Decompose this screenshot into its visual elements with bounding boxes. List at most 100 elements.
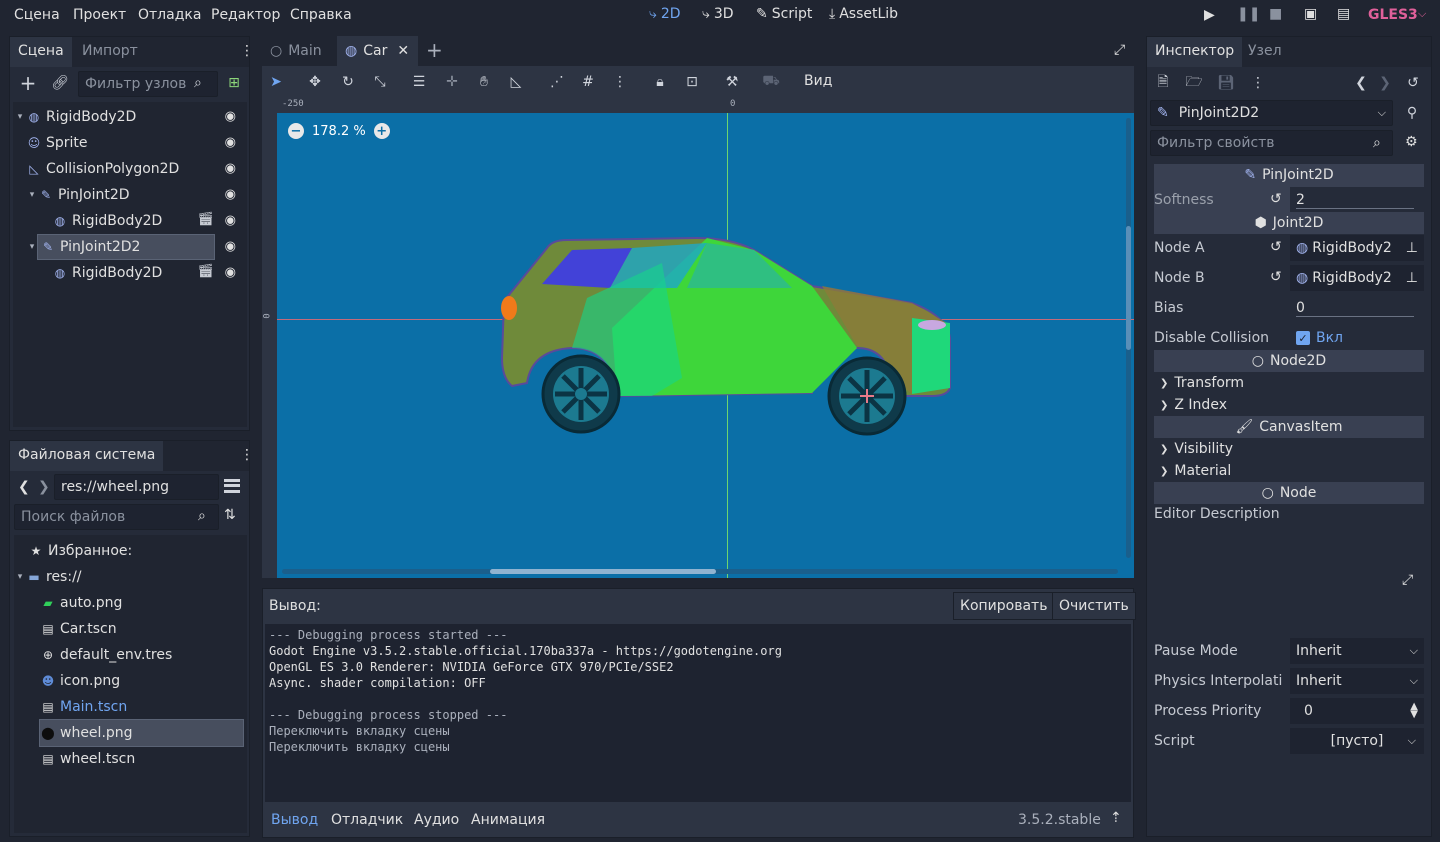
grid-snap-icon[interactable]: # bbox=[576, 70, 600, 94]
h-scrollbar-thumb[interactable] bbox=[490, 569, 716, 574]
visibility-eye-icon[interactable]: ◉ bbox=[225, 135, 236, 150]
bias-input[interactable]: 0 bbox=[1290, 295, 1424, 321]
property-filter-input[interactable]: Фильтр свойств bbox=[1150, 130, 1393, 156]
file-item-default-env[interactable]: ⊕ default_env.tres bbox=[14, 642, 246, 668]
mode-assetlib-button[interactable]: ⤓ AssetLib bbox=[829, 6, 898, 22]
group-z-index[interactable]: ❯ Z Index bbox=[1154, 394, 1424, 416]
chevron-down-icon[interactable]: ▾ bbox=[14, 572, 26, 582]
object-properties-icon[interactable]: ⚲ bbox=[1400, 101, 1424, 125]
tab-import[interactable]: Импорт bbox=[74, 37, 146, 67]
lock-icon[interactable]: 🔒︎ bbox=[648, 70, 672, 94]
process-priority-spinbox[interactable]: 0 ▲ ▼ bbox=[1290, 698, 1424, 724]
tab-node[interactable]: Узел bbox=[1240, 37, 1290, 67]
rotate-tool-icon[interactable]: ↻ bbox=[336, 70, 360, 94]
sort-icon[interactable]: ⇅ bbox=[224, 507, 236, 523]
section-pinjoint2d[interactable]: ✎ PinJoint2D bbox=[1154, 164, 1424, 186]
scene-tab-car[interactable]: ◍ Car ✕ bbox=[337, 36, 418, 66]
play-icon[interactable]: ▶ bbox=[1204, 7, 1215, 23]
tree-node-rigidbody2d-root[interactable]: ▾ ◍ RigidBody2D ◉ bbox=[14, 104, 246, 130]
play-custom-scene-icon[interactable]: ▤ bbox=[1337, 6, 1350, 22]
bottom-tab-output[interactable]: Вывод bbox=[271, 812, 318, 828]
scene-tab-main[interactable]: ○ Main bbox=[262, 36, 330, 66]
back-arrow-icon[interactable]: ❮ bbox=[18, 479, 30, 495]
revert-icon[interactable]: ↺ bbox=[1270, 269, 1282, 285]
visibility-eye-icon[interactable]: ◉ bbox=[225, 265, 236, 280]
section-node[interactable]: ○ Node bbox=[1154, 482, 1424, 504]
visibility-eye-icon[interactable]: ◉ bbox=[225, 187, 236, 202]
kebab-menu-icon[interactable]: ⋮ bbox=[1246, 71, 1270, 95]
favorites-item[interactable]: ★ Избранное: bbox=[28, 538, 260, 564]
group-visibility[interactable]: ❯ Visibility bbox=[1154, 438, 1424, 460]
tree-node-rigidbody2d-a[interactable]: ◍ RigidBody2D 🎬︎ ◉ bbox=[14, 208, 246, 234]
open-scene-icon[interactable]: 🎬︎ bbox=[197, 212, 214, 227]
save-icon[interactable]: 💾︎ bbox=[1214, 71, 1238, 95]
clear-button[interactable]: Очистить bbox=[1052, 592, 1136, 620]
section-node2d[interactable]: ○ Node2D bbox=[1154, 350, 1424, 372]
menu-debug[interactable]: Отладка bbox=[138, 7, 201, 23]
canvas-viewport[interactable]: -250 0 0 − 178.2 % + bbox=[262, 98, 1134, 578]
split-view-icon[interactable] bbox=[224, 479, 240, 493]
tool-settings-icon[interactable]: ⚙ bbox=[1405, 134, 1418, 150]
move-tool-icon[interactable]: ✥ bbox=[303, 70, 327, 94]
pivot-tool-icon[interactable]: ✛ bbox=[440, 70, 464, 94]
chevron-down-icon[interactable]: ▾ bbox=[26, 242, 38, 252]
bottom-tab-animation[interactable]: Анимация bbox=[471, 812, 545, 828]
group-material[interactable]: ❯ Material bbox=[1154, 460, 1424, 482]
file-item-icon[interactable]: ☻ icon.png bbox=[14, 668, 246, 694]
zoom-level[interactable]: 178.2 % bbox=[312, 124, 366, 139]
visibility-eye-icon[interactable]: ◉ bbox=[225, 109, 236, 124]
zoom-out-icon[interactable]: − bbox=[288, 123, 304, 139]
node-path-select[interactable]: ✎ PinJoint2D2 ⌵ bbox=[1150, 100, 1393, 126]
revert-icon[interactable]: ↺ bbox=[1270, 239, 1282, 255]
menu-scene[interactable]: Сцена bbox=[14, 7, 60, 23]
add-tab-icon[interactable]: + bbox=[426, 38, 443, 62]
collapse-panel-icon[interactable]: ⇡ bbox=[1110, 810, 1122, 826]
menu-help[interactable]: Справка bbox=[290, 7, 352, 23]
file-item-wheel-png[interactable]: ⬤ wheel.png bbox=[39, 719, 244, 747]
res-folder[interactable]: ▾ ▬ res:// bbox=[14, 564, 246, 590]
disable-collision-checkbox[interactable]: ✓ Вкл bbox=[1290, 325, 1424, 351]
mode-script-button[interactable]: ✎ Script bbox=[756, 6, 812, 22]
file-search-input[interactable]: Поиск файлов bbox=[14, 504, 219, 530]
chevron-down-icon[interactable]: ▾ bbox=[26, 190, 38, 200]
file-item-car[interactable]: ▤ Car.tscn bbox=[14, 616, 246, 642]
mode-2d-button[interactable]: ⤷ 2D bbox=[649, 6, 681, 22]
select-tool-icon[interactable]: ➤ bbox=[264, 70, 288, 94]
bottom-tab-debugger[interactable]: Отладчик bbox=[331, 812, 403, 828]
menu-editor[interactable]: Редактор bbox=[211, 7, 280, 23]
revert-icon[interactable]: ↺ bbox=[1270, 191, 1282, 207]
spin-arrows-icon[interactable]: ▲ ▼ bbox=[1410, 702, 1418, 720]
forward-arrow-icon[interactable]: ❯ bbox=[38, 479, 50, 495]
menu-project[interactable]: Проект bbox=[73, 7, 126, 23]
softness-input[interactable]: 2 bbox=[1290, 187, 1424, 213]
tree-node-pinjoint2d2[interactable]: ▾ ✎ PinJoint2D2 ◉ bbox=[14, 234, 246, 260]
skeleton-icon[interactable]: ⚒ bbox=[720, 70, 744, 94]
instance-scene-icon[interactable]: ⊞ bbox=[222, 71, 246, 95]
tree-node-sprite[interactable]: ☺ Sprite ◉ bbox=[14, 130, 246, 156]
tree-node-rigidbody2d-b[interactable]: ◍ RigidBody2D 🎬︎ ◉ bbox=[14, 260, 246, 286]
add-node-icon[interactable]: + bbox=[16, 71, 40, 95]
zoom-in-icon[interactable]: + bbox=[373, 123, 390, 139]
link-icon[interactable]: 🔗︎ bbox=[48, 71, 72, 95]
open-folder-icon[interactable]: 🗁︎ bbox=[1182, 71, 1206, 95]
v-scrollbar-thumb[interactable] bbox=[1126, 226, 1131, 350]
visibility-eye-icon[interactable]: ◉ bbox=[225, 161, 236, 176]
tree-node-collisionpolygon2d[interactable]: ◺ CollisionPolygon2D ◉ bbox=[14, 156, 246, 182]
script-resource-picker[interactable]: [пусто] ⌵ bbox=[1290, 728, 1424, 754]
pause-mode-select[interactable]: Inherit ⌵ bbox=[1290, 638, 1424, 664]
pause-icon[interactable]: ❚❚ bbox=[1237, 6, 1260, 22]
physics-interpolation-select[interactable]: Inherit ⌵ bbox=[1290, 668, 1424, 694]
kebab-menu-icon[interactable]: ⋮ bbox=[240, 447, 254, 463]
play-scene-icon[interactable]: ▣ bbox=[1304, 6, 1317, 22]
visibility-eye-icon[interactable]: ◉ bbox=[225, 213, 236, 228]
stop-icon[interactable]: ■ bbox=[1269, 6, 1282, 22]
clear-path-icon[interactable]: ⊥ bbox=[1406, 270, 1418, 286]
renderer-select[interactable]: GLES3 bbox=[1368, 7, 1418, 23]
file-item-wheel-tscn[interactable]: ▤ wheel.tscn bbox=[14, 746, 246, 772]
history-back-icon[interactable]: ❮ bbox=[1349, 71, 1373, 95]
smart-snap-icon[interactable]: ⋰ bbox=[545, 70, 569, 94]
file-item-auto[interactable]: ▰ auto.png bbox=[14, 590, 246, 616]
expand-icon[interactable]: ⤢ bbox=[1402, 572, 1413, 588]
editor-description-textarea[interactable] bbox=[1154, 527, 1394, 633]
open-scene-icon[interactable]: 🎬︎ bbox=[197, 264, 214, 279]
